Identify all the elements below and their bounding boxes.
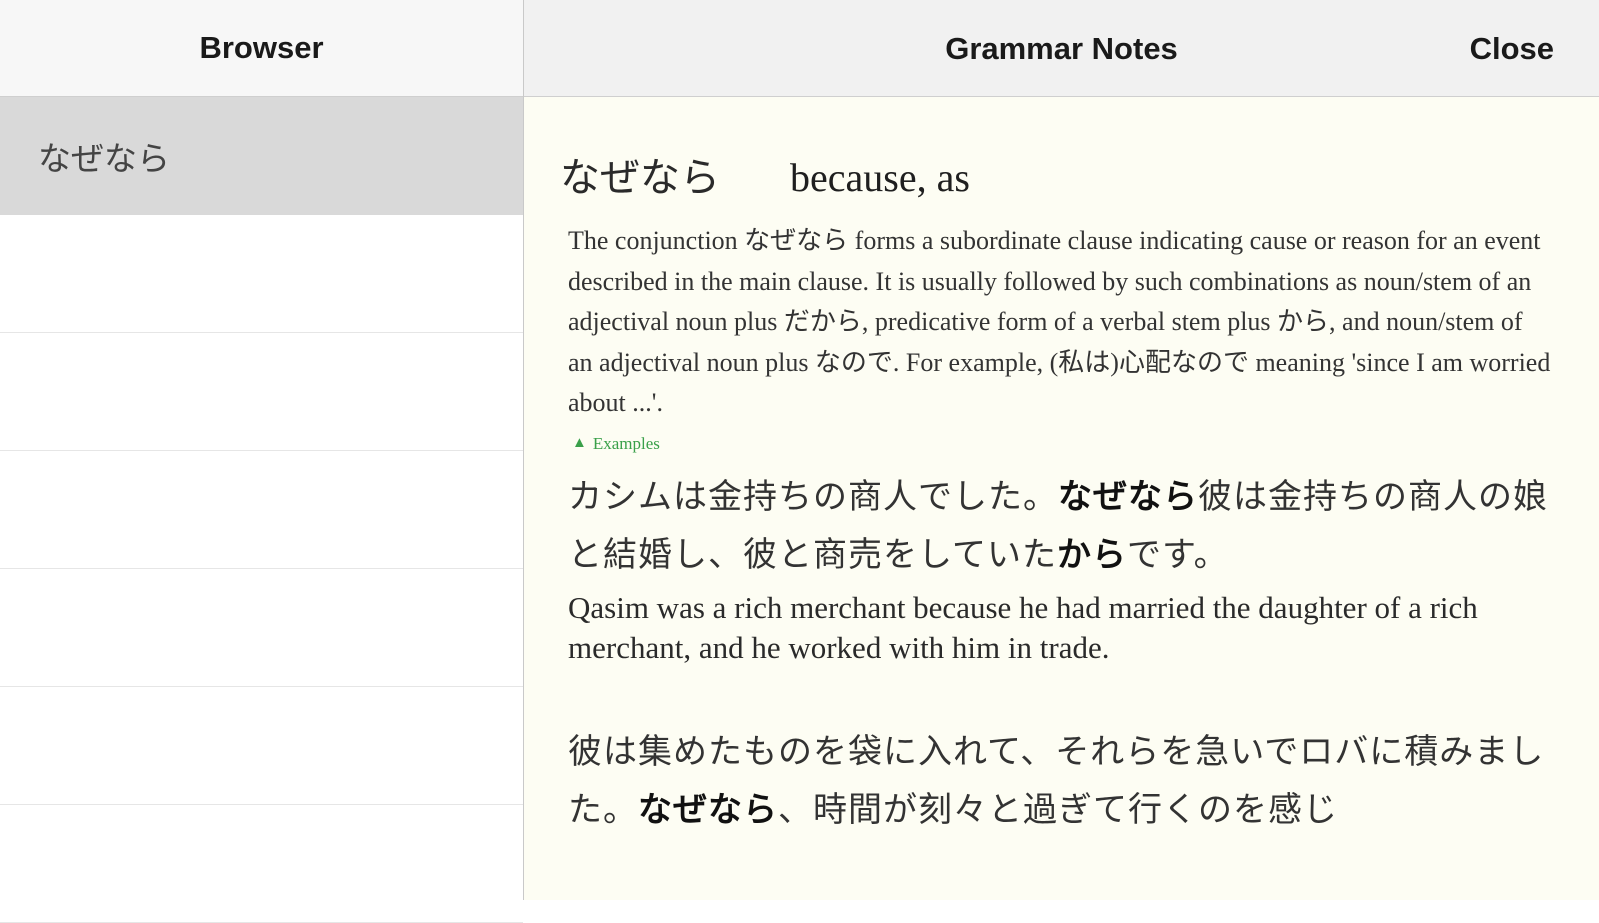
entry-term: なぜなら [560,155,720,201]
entry-gloss: because, as [790,155,970,200]
sidebar-item-nazenara[interactable]: なぜなら [0,97,523,215]
example-japanese: カシムは金持ちの商人でした。なぜなら彼は金持ちの商人の娘と結婚し、彼と商売をして… [568,476,1548,575]
sidebar: Browser なぜなら [0,0,524,923]
examples-toggle[interactable]: ▲ Examples [572,434,1569,454]
sidebar-header: Browser [0,0,523,97]
grammar-notes-pane: Grammar Notes Close なぜなら because, as The… [524,0,1599,900]
example-japanese: 彼は集めたものを袋に入れて、それらを急いでロバに積みました。なぜなら、時間が刻々… [568,731,1545,830]
list-item[interactable] [0,569,523,687]
sidebar-item-label: なぜなら [38,138,170,178]
entry-heading: なぜなら because, as [560,145,1569,203]
close-button[interactable]: Close [1470,0,1554,97]
sidebar-list: なぜなら [0,97,523,923]
list-item[interactable] [0,687,523,805]
list-item[interactable] [0,215,523,333]
main-header: Grammar Notes Close [524,0,1599,97]
example-english: Qasim was a rich merchant because he had… [568,589,1478,665]
disclosure-triangle-icon: ▲ [572,435,587,451]
example-item: カシムは金持ちの商人でした。なぜなら彼は金持ちの商人の娘と結婚し、彼と商売をして… [568,468,1568,668]
examples-label: Examples [592,433,660,453]
entry-description: The conjunction なぜなら forms a subordinate… [568,226,1551,417]
list-item[interactable] [0,451,523,569]
grammar-note-content: なぜなら because, as The conjunction なぜなら fo… [524,97,1599,839]
sidebar-title: Browser [199,30,324,65]
list-item[interactable] [0,805,523,923]
page-title: Grammar Notes [945,30,1178,66]
list-item[interactable] [0,333,523,451]
example-item: 彼は集めたものを袋に入れて、それらを急いでロバに積みました。なぜなら、時間が刻々… [568,723,1568,839]
